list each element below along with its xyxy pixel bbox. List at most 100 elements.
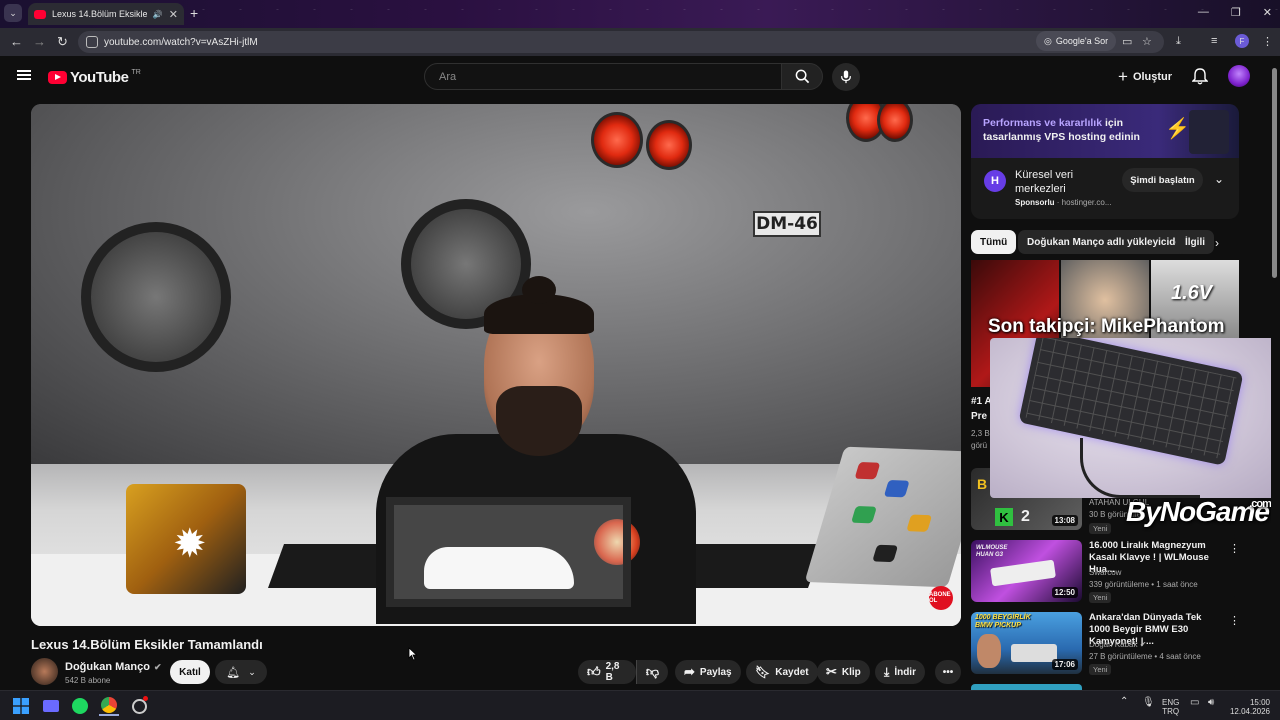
clock[interactable]: 15:00 12.04.2026 [1226, 698, 1270, 716]
windows-start-icon[interactable] [11, 696, 31, 716]
bynogame-watermark: ByNoGame .com [1126, 496, 1272, 528]
language-indicator[interactable]: ENG TRQ [1162, 698, 1179, 716]
ad-cta-button[interactable]: Şimdi başlatın [1122, 168, 1203, 192]
new-badge: Yeni [1089, 592, 1112, 603]
subscriber-count: 542 B abone [65, 676, 111, 685]
more-actions-button[interactable]: ••• [935, 660, 961, 684]
chip-uploader[interactable]: Doğukan Manço adlı yükleyiciden [1018, 230, 1197, 254]
microphone-tray-icon[interactable]: 🎙︎ [1142, 698, 1155, 708]
youtube-play-icon [48, 71, 67, 84]
restore-button[interactable]: ❐ [1231, 6, 1241, 19]
plus-icon: + [1118, 67, 1128, 86]
close-window-button[interactable]: ✕ [1263, 6, 1272, 19]
youtube-logo[interactable]: YouTube TR [48, 69, 141, 86]
bookmark-star-icon[interactable]: ☆ [1142, 35, 1152, 48]
close-tab-icon[interactable]: ✕ [169, 8, 178, 21]
chip-all[interactable]: Tümü [971, 230, 1017, 254]
recommendation-item[interactable]: WLMOUSE HUAN G3 12:50 16.000 Liralık Mag… [971, 540, 1261, 610]
reload-button[interactable]: ↻ [57, 34, 68, 50]
volume-icon[interactable]: 🔊︎ [1208, 698, 1214, 708]
forward-button[interactable]: → [33, 34, 46, 49]
scrollbar-thumb[interactable] [1272, 68, 1277, 278]
browser-tab-strip: ⌄ Lexus 14.Bölüm Eksikler Ta 🔊 ✕ + — ❐ ✕ [0, 0, 1280, 28]
mouse-cursor-icon [408, 647, 418, 661]
tray-overflow-icon[interactable]: ⌃ [1120, 697, 1128, 707]
server-graphic [1189, 110, 1229, 154]
ad-title[interactable]: Küresel veri merkezleri [1015, 168, 1105, 196]
speaker-icon[interactable]: 🔊 [153, 10, 163, 19]
channel-name[interactable]: Doğukan Manço ✔ [65, 661, 162, 673]
hostinger-logo[interactable]: H [984, 170, 1006, 192]
thumb-logo: B [977, 476, 988, 492]
search-input[interactable]: Ara [424, 63, 782, 90]
keyboard-graphic [990, 559, 1056, 587]
tail-light [591, 112, 643, 168]
more-vert-icon[interactable]: ⋮ [1229, 614, 1240, 627]
search-icon [795, 69, 809, 84]
more-icon: ••• [942, 666, 954, 678]
address-bar[interactable]: youtube.com/watch?v=vAsZHi-jtlM [78, 31, 1164, 53]
chevron-right-icon[interactable]: › [1215, 236, 1219, 250]
cast-icon[interactable]: ▭ [1122, 35, 1132, 48]
ad-banner[interactable]: Performans ve kararlılık için tasarlanmı… [971, 104, 1239, 158]
minimize-button[interactable]: — [1198, 6, 1209, 19]
dislike-button[interactable]: 👎︎ [636, 660, 668, 684]
sponsored-ad[interactable]: Performans ve kararlılık için tasarlanmı… [971, 104, 1239, 219]
person-face [977, 634, 1001, 668]
tab-search-button[interactable]: ⌄ [4, 4, 22, 22]
thumb-number: 2 [1021, 508, 1030, 525]
download-icon[interactable]: ⤓ [1176, 35, 1181, 48]
search-button[interactable] [781, 63, 823, 90]
google-ask-button[interactable]: ◎ Google'a Sor [1036, 31, 1117, 51]
rec-channel[interactable]: Doğan Kabak ✔ [1089, 640, 1146, 649]
bookmark-icon: 🔖︎ [755, 665, 771, 679]
window-controls: — ❐ ✕ [1198, 6, 1272, 19]
browser-menu-icon[interactable]: ⋮ [1262, 35, 1273, 48]
channel-name-text: Doğukan Manço [65, 661, 150, 673]
clock-date: 12.04.2026 [1229, 707, 1270, 716]
media-control-icon[interactable]: ≡ [1211, 35, 1217, 47]
back-button[interactable]: ← [10, 34, 23, 49]
chip-related[interactable]: İlgili [1176, 230, 1214, 254]
clip-button[interactable]: ✂ Klip [817, 660, 870, 684]
thumb-label: 1000 BEYGİRLİK BMW PICKUP [975, 614, 1031, 629]
license-plate: DM-46 [753, 211, 821, 237]
create-button[interactable]: + Oluştur [1118, 67, 1172, 87]
site-info-icon[interactable] [86, 36, 98, 48]
presenter-hair-bun [522, 276, 556, 304]
like-button[interactable]: 👍︎ 2,8 B [578, 660, 636, 684]
thumbnail: WLMOUSE HUAN G3 12:50 [971, 540, 1082, 602]
chrome-icon[interactable] [99, 696, 119, 716]
notifications-button[interactable] [1191, 68, 1209, 90]
thumb-label: 1.6V [1171, 282, 1213, 304]
app-icon[interactable] [129, 696, 149, 716]
create-label: Oluştur [1132, 71, 1173, 83]
page-scrollbar[interactable] [1271, 60, 1278, 686]
recommendation-item[interactable]: 1000 BEYGİRLİK BMW PICKUP 17:06 Ankara'd… [971, 612, 1261, 682]
account-avatar[interactable] [1228, 65, 1250, 87]
new-tab-button[interactable]: + [190, 5, 198, 21]
spotify-icon[interactable] [70, 696, 90, 716]
voice-search-button[interactable] [832, 63, 860, 91]
download-button[interactable]: ⤓ İndir [875, 660, 925, 684]
more-vert-icon[interactable]: ⋮ [1229, 542, 1240, 555]
ad-banner-text: Performans ve kararlılık için tasarlanmı… [983, 116, 1163, 144]
sticker [851, 506, 877, 524]
chevron-down-icon[interactable]: ⌄ [1214, 172, 1224, 186]
video-player[interactable]: DM-46 ✹ ABONE OL [31, 104, 961, 626]
subscription-bell-button[interactable]: 🔔︎ ⌄ [215, 660, 267, 684]
join-button[interactable]: Katıl [170, 660, 210, 684]
share-button[interactable]: ➦ Paylaş [675, 660, 741, 684]
network-icon[interactable]: ▭ [1190, 698, 1199, 708]
rec-views: 339 görüntüleme • 1 saat önce [1089, 580, 1198, 589]
profile-avatar[interactable]: F [1235, 34, 1249, 48]
subscribe-watermark[interactable]: ABONE OL [929, 586, 953, 610]
channel-avatar[interactable] [31, 658, 58, 685]
rec-channel[interactable]: Swarcow [1089, 568, 1121, 577]
tail-light [646, 120, 692, 170]
browser-tab[interactable]: Lexus 14.Bölüm Eksikler Ta 🔊 ✕ [28, 3, 184, 25]
lang-primary: ENG [1162, 698, 1180, 707]
task-view-icon[interactable] [41, 696, 61, 716]
save-button[interactable]: 🔖︎ Kaydet [746, 660, 818, 684]
guide-menu-icon[interactable] [17, 70, 31, 80]
